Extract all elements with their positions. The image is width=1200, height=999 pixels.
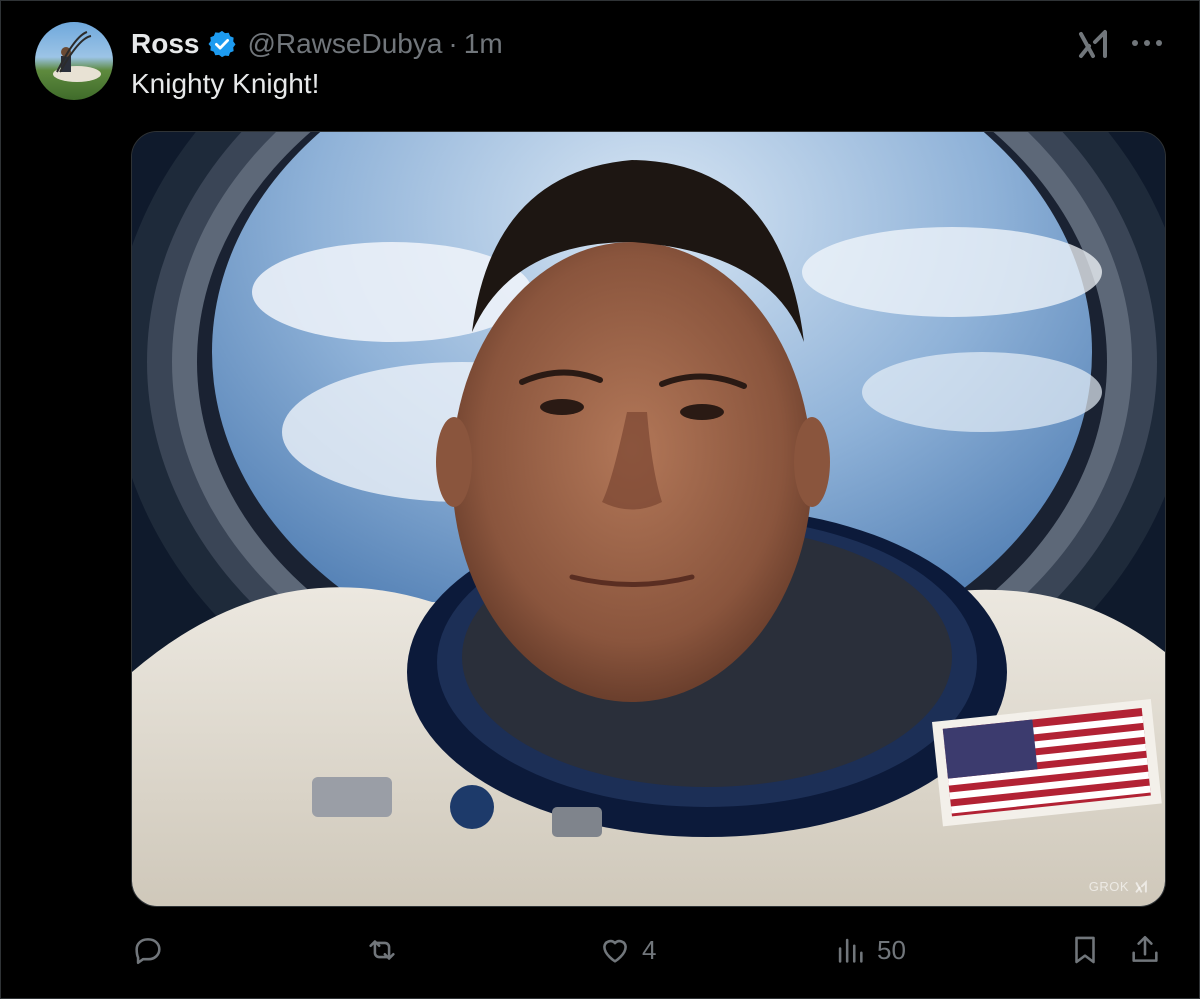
watermark-text: GROK <box>1088 879 1129 894</box>
astronaut-photo <box>132 132 1165 906</box>
author-handle[interactable]: @RawseDubya <box>247 28 442 60</box>
reply-button[interactable] <box>131 933 165 967</box>
grok-watermark: GROK <box>1089 879 1151 894</box>
tweet-header: Ross @RawseDubya · 1m <box>131 24 503 64</box>
heart-icon <box>603 939 627 963</box>
avatar[interactable] <box>35 22 113 100</box>
author-name[interactable]: Ross <box>131 28 199 60</box>
grok-watermark-icon <box>1135 879 1147 893</box>
retweet-icon <box>369 940 395 960</box>
grok-icon[interactable] <box>1075 26 1115 62</box>
share-button[interactable] <box>1128 933 1162 967</box>
view-count: 50 <box>877 934 906 965</box>
tweet-media-image[interactable]: GROK <box>131 131 1166 907</box>
more-icon[interactable] <box>1130 36 1164 50</box>
share-icon <box>1132 935 1158 962</box>
views-button[interactable]: 50 <box>833 933 906 967</box>
retweet-button[interactable] <box>365 933 399 967</box>
bookmark-button[interactable] <box>1068 933 1102 967</box>
tweet-text: Knighty Knight! <box>131 68 320 99</box>
views-icon <box>838 938 863 963</box>
reply-icon <box>135 938 161 965</box>
avatar-photo <box>53 31 101 82</box>
like-count: 4 <box>642 934 657 965</box>
tweet-actions: 4 50 <box>0 925 1200 985</box>
like-button[interactable]: 4 <box>598 933 656 967</box>
verified-badge-icon <box>207 29 237 59</box>
header-separator: · <box>448 28 458 59</box>
tweet-timestamp[interactable]: 1m <box>464 28 503 60</box>
bookmark-icon <box>1075 936 1095 964</box>
